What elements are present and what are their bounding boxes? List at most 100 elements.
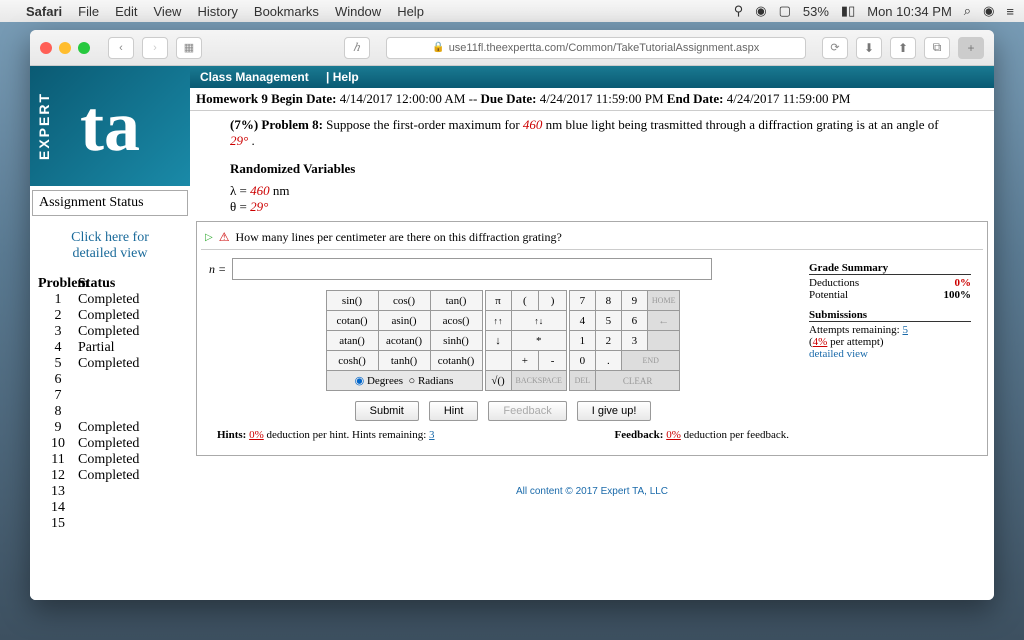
problem-row[interactable]: 1Completed — [38, 292, 182, 308]
tabs-button[interactable]: ⧉ — [924, 37, 950, 59]
answer-input[interactable] — [232, 258, 712, 280]
problem-row[interactable]: 4Partial — [38, 340, 182, 356]
siri-icon[interactable]: ◉ — [983, 3, 994, 19]
problem-row[interactable]: 12Completed — [38, 468, 182, 484]
problem-row[interactable]: 11Completed — [38, 452, 182, 468]
cotanh-btn[interactable]: cotanh() — [430, 351, 482, 371]
angle-mode[interactable]: ◉ Degrees ○ Radians — [326, 371, 482, 391]
mult-btn[interactable]: * — [511, 331, 566, 351]
maximize-window[interactable] — [78, 42, 90, 54]
hint-button[interactable]: Hint — [429, 401, 479, 421]
num-pad: 789HOME 456← 123 0.END DELCLEAR — [569, 290, 681, 391]
n6[interactable]: 6 — [621, 311, 647, 331]
asin-btn[interactable]: asin() — [378, 311, 430, 331]
n7[interactable]: 7 — [569, 291, 595, 311]
dot-btn[interactable]: . — [595, 351, 621, 371]
updown-btn[interactable]: ↑↓ — [511, 311, 566, 331]
sidebar: EXPERT ta Assignment Status Click here f… — [30, 66, 190, 600]
right-btn[interactable] — [647, 331, 680, 351]
url-bar[interactable]: 🔒 use11fl.theexpertta.com/Common/TakeTut… — [386, 37, 806, 59]
n9[interactable]: 9 — [621, 291, 647, 311]
menu-window[interactable]: Window — [335, 4, 381, 19]
app-name[interactable]: Safari — [26, 4, 62, 19]
problem-statement: (7%) Problem 8: Suppose the first-order … — [190, 111, 994, 221]
play-icon[interactable]: ▷ — [205, 232, 213, 243]
lparen-btn[interactable]: ( — [511, 291, 539, 311]
menu-view[interactable]: View — [154, 4, 182, 19]
back-button[interactable]: ‹ — [108, 37, 134, 59]
rparen-btn[interactable]: ) — [539, 291, 567, 311]
bluetooth-icon[interactable]: ⚲ — [734, 3, 744, 19]
problem-row[interactable]: 9Completed — [38, 420, 182, 436]
n5[interactable]: 5 — [595, 311, 621, 331]
giveup-button[interactable]: I give up! — [577, 401, 652, 421]
spotlight-icon[interactable]: ⌕ — [964, 3, 971, 19]
problem-row[interactable]: 15 — [38, 516, 182, 532]
sinh-btn[interactable]: sinh() — [430, 331, 482, 351]
n4[interactable]: 4 — [569, 311, 595, 331]
clear-btn[interactable]: CLEAR — [595, 371, 680, 391]
problem-row[interactable]: 6 — [38, 372, 182, 388]
tanh-btn[interactable]: tanh() — [378, 351, 430, 371]
problem-row[interactable]: 2Completed — [38, 308, 182, 324]
n0[interactable]: 0 — [569, 351, 595, 371]
wifi-icon[interactable]: ◉ — [755, 3, 766, 19]
class-management-link[interactable]: Class Management — [200, 70, 309, 84]
grade-summary: Grade Summary Deductions0% Potential100%… — [805, 258, 975, 443]
problem-row[interactable]: 14 — [38, 500, 182, 516]
sin-btn[interactable]: sin() — [326, 291, 378, 311]
problem-row[interactable]: 7 — [38, 388, 182, 404]
n1[interactable]: 1 — [569, 331, 595, 351]
plus-btn[interactable]: + — [511, 351, 539, 371]
clock[interactable]: Mon 10:34 PM — [867, 4, 952, 19]
home-btn[interactable]: HOME — [647, 291, 680, 311]
n2[interactable]: 2 — [595, 331, 621, 351]
cos-btn[interactable]: cos() — [378, 291, 430, 311]
atan-btn[interactable]: atan() — [326, 331, 378, 351]
pi-btn[interactable]: π — [485, 291, 511, 311]
cosh-btn[interactable]: cosh() — [326, 351, 378, 371]
url-text: use11fl.theexpertta.com/Common/TakeTutor… — [449, 42, 760, 54]
left-btn[interactable]: ← — [647, 311, 680, 331]
problem-row[interactable]: 10Completed — [38, 436, 182, 452]
share-button[interactable]: ⬆ — [890, 37, 916, 59]
menu-file[interactable]: File — [78, 4, 99, 19]
reader-button[interactable]: ℎ — [344, 37, 370, 59]
sqrt-btn[interactable]: √() — [485, 371, 511, 391]
n3[interactable]: 3 — [621, 331, 647, 351]
problem-row[interactable]: 8 — [38, 404, 182, 420]
problem-row[interactable]: 13 — [38, 484, 182, 500]
submit-button[interactable]: Submit — [355, 401, 419, 421]
feedback-button[interactable]: Feedback — [488, 401, 566, 421]
detailed-view-link[interactable]: Click here for detailed view — [30, 220, 190, 276]
help-link[interactable]: Help — [333, 70, 359, 84]
menu-icon[interactable]: ≡ — [1006, 4, 1014, 19]
newtab-button[interactable]: + — [958, 37, 984, 59]
menu-history[interactable]: History — [197, 4, 237, 19]
acotan-btn[interactable]: acotan() — [378, 331, 430, 351]
n8[interactable]: 8 — [595, 291, 621, 311]
sidebar-button[interactable]: ▦ — [176, 37, 202, 59]
problem-row[interactable]: 3Completed — [38, 324, 182, 340]
minus-btn[interactable]: - — [539, 351, 567, 371]
up-btn[interactable]: ↑↑ — [485, 311, 511, 331]
grade-detailed-link[interactable]: detailed view — [809, 348, 971, 360]
close-window[interactable] — [40, 42, 52, 54]
tan-btn[interactable]: tan() — [430, 291, 482, 311]
del-btn[interactable]: DEL — [569, 371, 595, 391]
minimize-window[interactable] — [59, 42, 71, 54]
forward-button[interactable]: › — [142, 37, 168, 59]
airplay-icon[interactable]: ▢ — [779, 3, 791, 19]
reload-button[interactable]: ⟳ — [822, 37, 848, 59]
cotan-btn[interactable]: cotan() — [326, 311, 378, 331]
end-btn[interactable]: END — [621, 351, 680, 371]
menu-bookmarks[interactable]: Bookmarks — [254, 4, 319, 19]
menu-edit[interactable]: Edit — [115, 4, 137, 19]
problem-row[interactable]: 5Completed — [38, 356, 182, 372]
acos-btn[interactable]: acos() — [430, 311, 482, 331]
download-button[interactable]: ⬇ — [856, 37, 882, 59]
down-btn[interactable]: ↓ — [485, 331, 511, 351]
menu-help[interactable]: Help — [397, 4, 424, 19]
blank-btn[interactable] — [485, 351, 511, 371]
backspace-btn[interactable]: BACKSPACE — [511, 371, 566, 391]
